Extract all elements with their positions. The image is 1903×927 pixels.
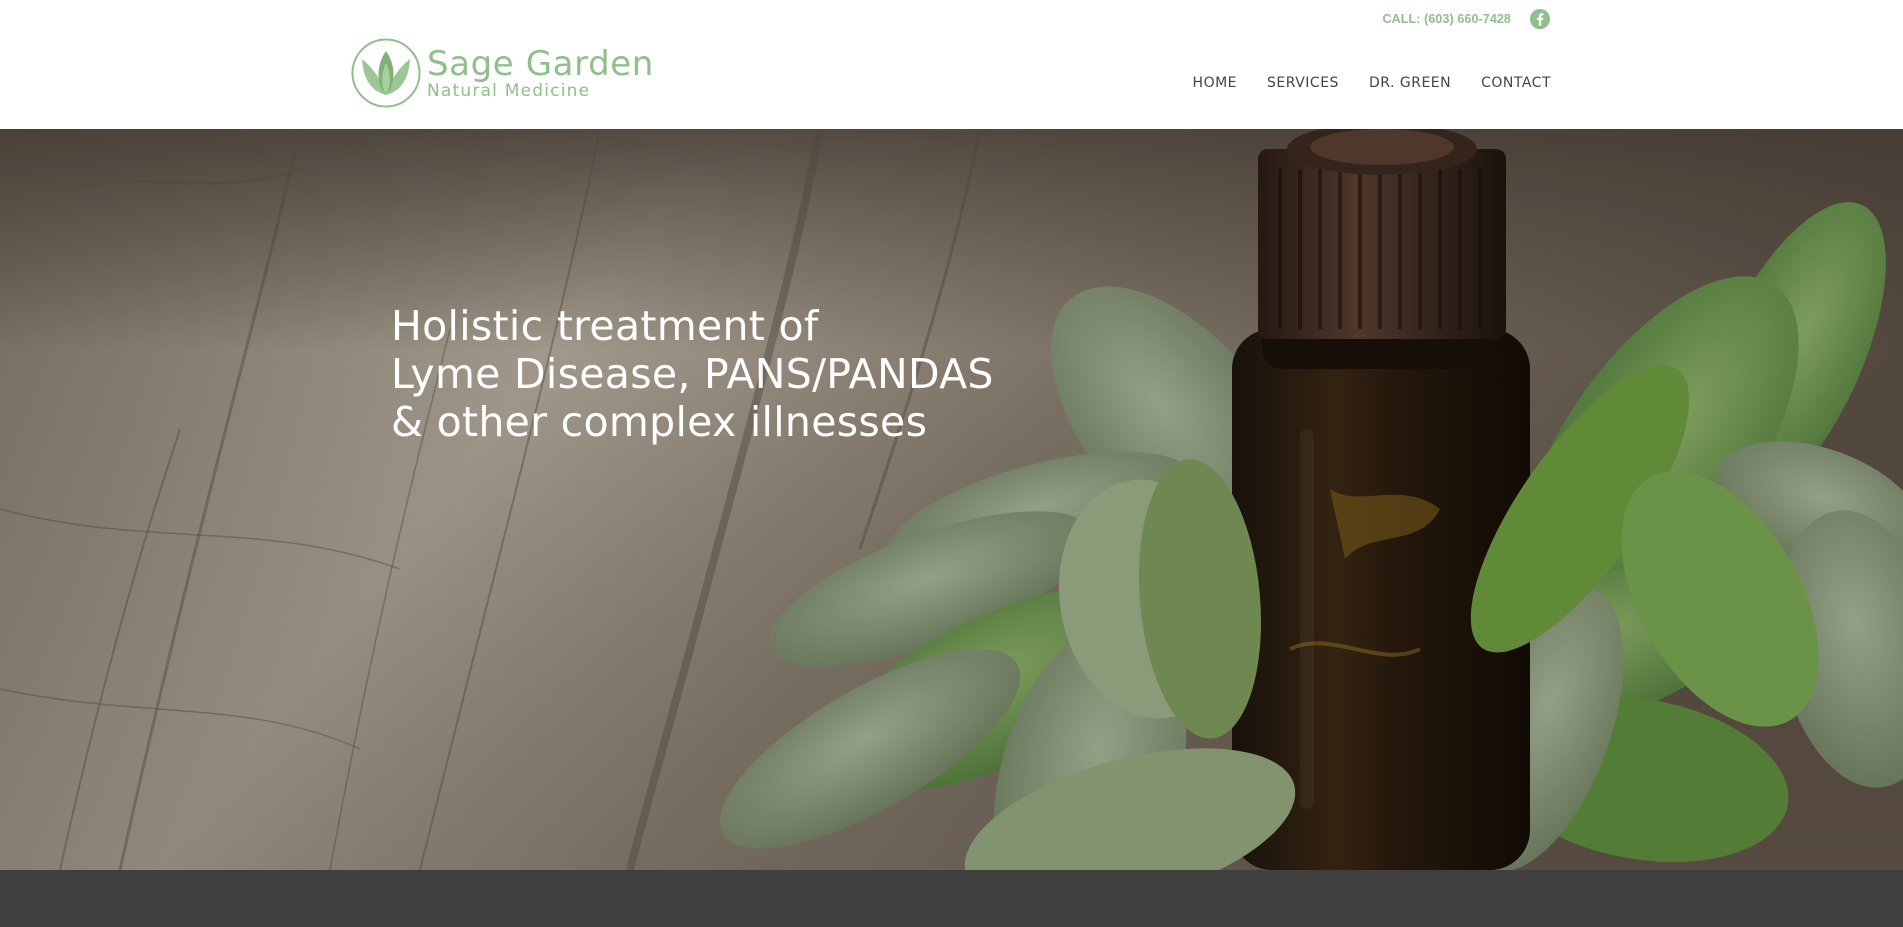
nav-contact[interactable]: CONTACT — [1481, 75, 1551, 91]
nav-services[interactable]: SERVICES — [1267, 75, 1339, 91]
hero-banner: Holistic treatment of Lyme Disease, PANS… — [0, 129, 1903, 870]
hero-headline-line: Lyme Disease, PANS/PANDAS — [391, 350, 994, 398]
nav-dr-green[interactable]: DR. GREEN — [1369, 75, 1451, 91]
main-nav: HOME SERVICES DR. GREEN CONTACT — [1163, 75, 1551, 91]
brand-name: Sage Garden — [427, 43, 654, 84]
hero-headline-line: & other complex illnesses — [391, 398, 928, 446]
nav-home[interactable]: HOME — [1193, 75, 1237, 91]
site-logo[interactable]: Sage Garden Natural Medicine — [350, 37, 654, 109]
top-bar: CALL: (603) 660-7428 — [1383, 8, 1551, 30]
leaf-logo-icon — [351, 38, 421, 108]
call-phone-link[interactable]: CALL: (603) 660-7428 — [1383, 12, 1511, 26]
facebook-icon[interactable] — [1529, 8, 1551, 30]
brand-tagline: Natural Medicine — [427, 80, 591, 101]
hero-headline-line: Holistic treatment of — [391, 302, 819, 350]
hero-headline: Holistic treatment of Lyme Disease, PANS… — [391, 302, 994, 446]
footer-band — [0, 870, 1903, 927]
site-header: CALL: (603) 660-7428 Sage Garden Natural… — [0, 0, 1903, 129]
